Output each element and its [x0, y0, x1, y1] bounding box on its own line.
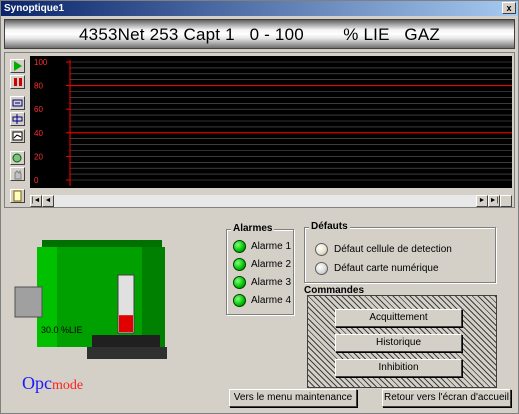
maintenance-menu-button[interactable]: Vers le menu maintenance: [229, 389, 357, 407]
scroll-left-button[interactable]: ◄: [42, 195, 54, 207]
fault-label: Défaut carte numérique: [334, 263, 439, 274]
faults-group: Défauts Défaut cellule de detection Défa…: [304, 221, 496, 283]
faults-title: Défauts: [309, 221, 350, 232]
close-button[interactable]: x: [502, 2, 516, 14]
y-tick-label: 20: [34, 152, 43, 161]
detector-panel: 30.0 %LIE Alarmes Alarme 1 Alarme 2 Alar…: [4, 211, 515, 411]
alarms-title: Alarmes: [231, 223, 275, 234]
alarms-group: Alarmes Alarme 1 Alarme 2 Alarme 3 Alarm…: [226, 223, 294, 315]
home-screen-button[interactable]: Retour vers l'écran d'accueil: [382, 389, 511, 407]
alarm-label: Alarme 1: [251, 241, 292, 252]
pause-icon: [14, 78, 22, 86]
commands-group: Acquittement Historique Inhibition: [307, 295, 497, 388]
status-led-icon: [315, 262, 328, 275]
search-button[interactable]: [10, 151, 25, 165]
fit-button[interactable]: [10, 129, 25, 143]
synoptique-window: Synoptique1 x 4353Net 253 Capt 1 0 - 100…: [0, 0, 519, 414]
play-icon: [14, 61, 22, 71]
y-tick-label: 0: [34, 176, 39, 185]
scroll-right-button[interactable]: ►: [476, 195, 488, 207]
scroll-end-button[interactable]: [500, 195, 512, 207]
alarm-label: Alarme 3: [251, 277, 292, 288]
sensor-reading: 30.0 %LIE: [41, 325, 83, 335]
green-led-icon: [233, 240, 246, 253]
legend-icon: [13, 190, 22, 202]
title-bar: Synoptique1 x: [1, 1, 518, 16]
alarm-label: Alarme 2: [251, 259, 292, 270]
sensor-banner: 4353Net 253 Capt 1 0 - 100 % LIE GAZ: [4, 19, 515, 49]
legend-button[interactable]: [10, 189, 25, 203]
y-tick-label: 80: [34, 82, 43, 91]
hand-icon: [14, 169, 22, 180]
history-button[interactable]: Historique: [335, 334, 462, 352]
green-led-icon: [233, 294, 246, 307]
zoom-in-button[interactable]: [10, 96, 25, 110]
banner-text: 4353Net 253 Capt 1 0 - 100 % LIE GAZ: [79, 25, 440, 44]
window-title: Synoptique1: [4, 3, 65, 14]
y-tick-label: 60: [34, 105, 43, 114]
pause-button[interactable]: [10, 75, 25, 89]
logo-part2: mode: [52, 378, 84, 393]
alarm-label: Alarme 4: [251, 295, 292, 306]
fit-icon: [12, 131, 23, 141]
green-led-icon: [233, 258, 246, 271]
y-tick-label: 100: [34, 58, 48, 67]
inhibition-button[interactable]: Inhibition: [335, 359, 462, 377]
gas-detector-image: [14, 240, 167, 359]
time-scrollbar[interactable]: |◄ ◄ ► ►|: [30, 195, 512, 207]
search-icon: [12, 153, 22, 163]
hand-button[interactable]: [10, 167, 25, 181]
zoom-out-icon: [12, 114, 23, 124]
scroll-track[interactable]: [54, 195, 476, 207]
logo-part1: Opc: [22, 373, 52, 393]
acknowledge-button[interactable]: Acquittement: [335, 309, 462, 327]
trend-plot[interactable]: 100 80 60 40 20 0: [30, 56, 512, 188]
zoom-out-button[interactable]: [10, 112, 25, 126]
play-button[interactable]: [10, 59, 25, 73]
trend-chart-panel: 100 80 60 40 20 0 |◄ ◄ ► ►|: [4, 52, 515, 208]
fault-label: Défaut cellule de detection: [334, 244, 452, 255]
scroll-last-button[interactable]: ►|: [488, 195, 500, 207]
zoom-in-icon: [12, 99, 23, 107]
scroll-first-button[interactable]: |◄: [30, 195, 42, 207]
green-led-icon: [233, 276, 246, 289]
y-tick-label: 40: [34, 129, 43, 138]
opcmode-logo: Opcmode: [22, 373, 83, 394]
status-led-icon: [315, 243, 328, 256]
